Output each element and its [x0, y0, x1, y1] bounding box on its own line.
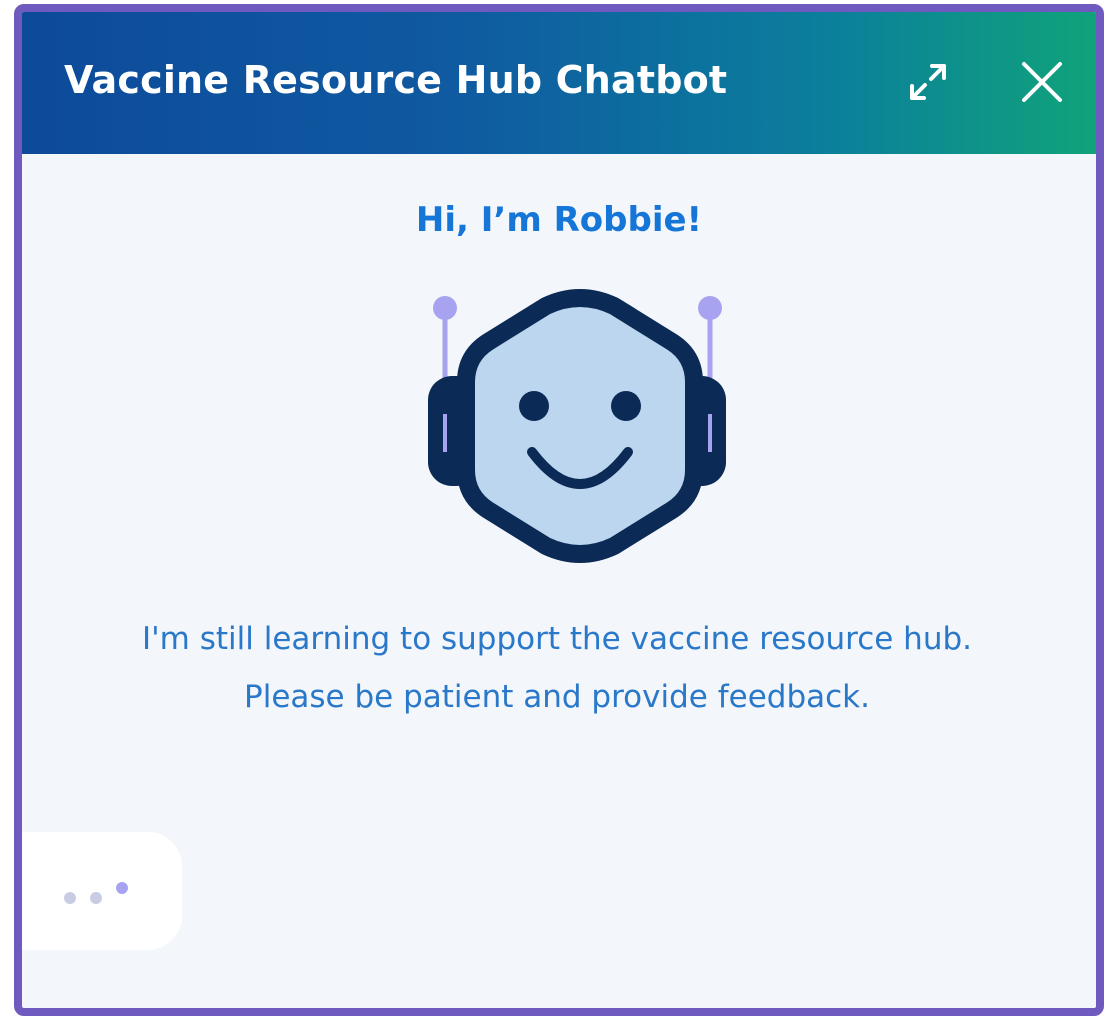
intro-message: I'm still learning to support the vaccin…	[142, 621, 972, 715]
typing-dot	[64, 892, 76, 904]
close-x-icon	[1022, 62, 1062, 102]
typing-dot	[90, 892, 102, 904]
typing-indicator	[22, 832, 182, 950]
expand-arrows-icon	[910, 64, 946, 100]
robot-avatar-icon	[428, 289, 726, 563]
close-button[interactable]	[1012, 52, 1072, 112]
chatbot-title: Vaccine Resource Hub Chatbot	[64, 58, 728, 102]
greeting-text: Hi, I’m Robbie!	[415, 200, 703, 240]
chatbot-window: Vaccine Resource Hub Chatbot Hi, I’m Rob…	[14, 4, 1104, 1016]
chatbot-header: Vaccine Resource Hub Chatbot	[22, 12, 1096, 154]
typing-dot	[116, 882, 128, 894]
expand-button[interactable]	[898, 52, 958, 112]
